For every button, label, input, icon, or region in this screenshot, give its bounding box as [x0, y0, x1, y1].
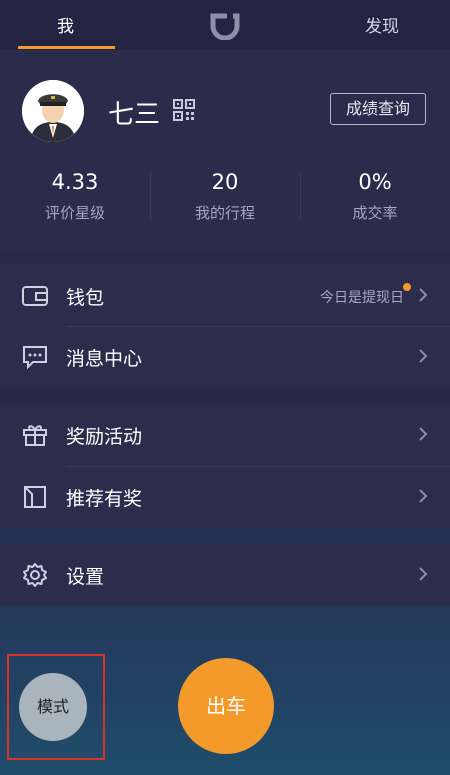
chevron-right-icon: [419, 427, 428, 441]
gift-icon: [23, 425, 47, 446]
mode-button[interactable]: 模式: [19, 673, 87, 741]
tab-active-indicator: [18, 46, 115, 49]
tab-me[interactable]: 我: [57, 12, 74, 37]
stat-deal-rate-label: 成交率: [352, 204, 398, 222]
score-query-button[interactable]: 成绩查询: [330, 93, 426, 125]
menu-group-rewards: 奖励活动 推荐有奖: [0, 404, 450, 528]
stat-rating-label: 评价星级: [44, 204, 105, 222]
menu-item-referral-label: 推荐有奖: [66, 488, 143, 510]
menu-item-messages[interactable]: 消息中心: [0, 327, 450, 387]
notification-dot: [403, 283, 411, 291]
qr-code-icon[interactable]: [173, 99, 195, 121]
chevron-right-icon: [419, 288, 428, 302]
withdraw-day-hint: 今日是提现日: [320, 290, 404, 306]
menu-item-wallet[interactable]: 钱包 今日是提现日: [0, 266, 450, 326]
driver-avatar-icon: [22, 80, 84, 142]
menu-item-rewards[interactable]: 奖励活动: [0, 405, 450, 465]
menu-item-settings[interactable]: 设置: [0, 545, 450, 605]
box-icon: [24, 486, 46, 508]
menu-item-settings-label: 设置: [66, 566, 105, 588]
stat-rating[interactable]: 4.33 评价星级: [0, 170, 150, 223]
top-tab-bar: 我 发现: [0, 0, 450, 50]
chevron-right-icon: [419, 349, 428, 363]
stat-rating-value: 4.33: [51, 170, 99, 194]
profile-card: 七三 成绩查询 4.33 评价星级 20 我的行程 0% 成交率: [0, 50, 450, 250]
stat-trips-label: 我的行程: [194, 204, 255, 222]
stat-deal-rate[interactable]: 0% 成交率: [300, 170, 450, 223]
menu-item-messages-label: 消息中心: [66, 348, 143, 370]
didi-logo-icon[interactable]: [208, 10, 242, 40]
chevron-right-icon: [419, 489, 428, 503]
tab-discover[interactable]: 发现: [365, 12, 399, 37]
gear-icon: [23, 563, 47, 587]
stat-trips[interactable]: 20 我的行程: [150, 170, 300, 223]
menu-group-wallet: 钱包 今日是提现日 消息中心: [0, 264, 450, 388]
menu-item-rewards-label: 奖励活动: [66, 426, 143, 448]
chevron-right-icon: [419, 567, 428, 581]
message-icon: [23, 346, 47, 369]
avatar[interactable]: [22, 80, 84, 142]
stat-trips-value: 20: [211, 170, 239, 194]
stat-deal-rate-value: 0%: [358, 170, 392, 194]
menu-item-wallet-label: 钱包: [66, 287, 105, 309]
username: 七三: [108, 100, 161, 130]
start-driving-button[interactable]: 出车: [178, 658, 274, 754]
menu-group-settings: 设置: [0, 544, 450, 606]
wallet-icon: [22, 286, 48, 306]
menu-item-referral[interactable]: 推荐有奖: [0, 467, 450, 527]
